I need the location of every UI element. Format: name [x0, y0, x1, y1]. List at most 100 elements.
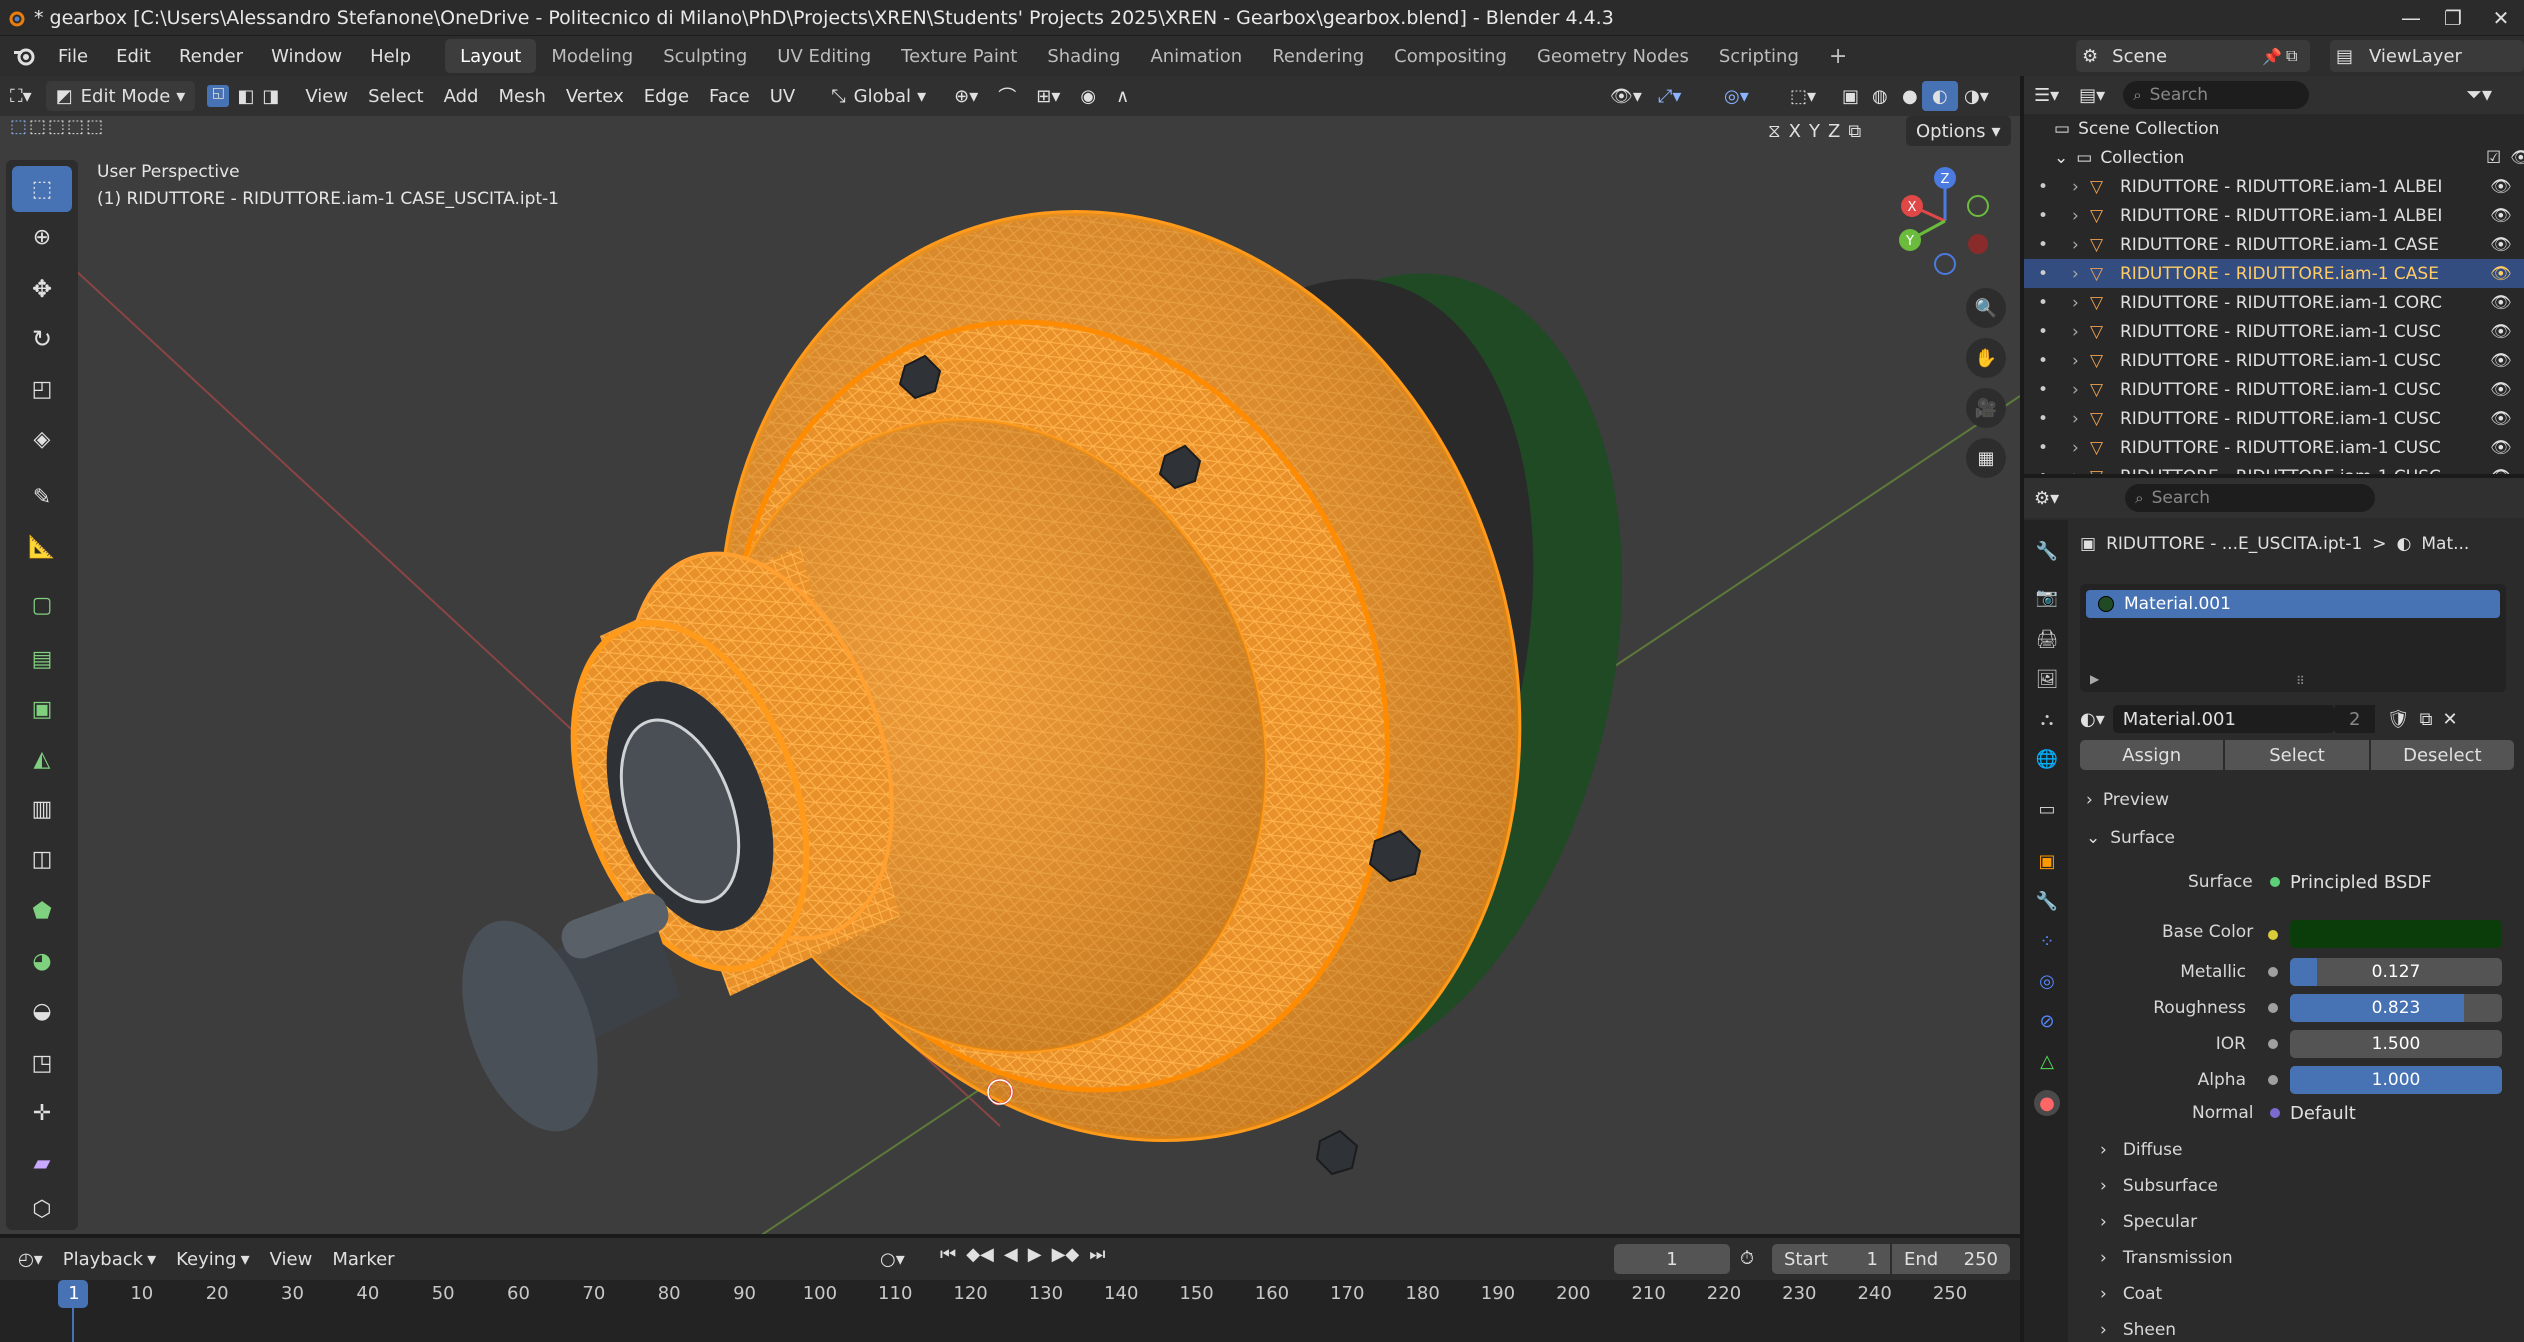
add-workspace-button[interactable]: + [1814, 39, 1862, 73]
stopwatch-icon[interactable]: ⏱ [1740, 1248, 1754, 1269]
edge-slide-tool[interactable]: ◳ [12, 1040, 72, 1086]
chevron-right-icon[interactable]: › [2072, 322, 2079, 342]
outliner-object-row[interactable]: • › ▽ RIDUTTORE - RIDUTTORE.iam-1 CUSC 👁 [2024, 375, 2524, 404]
normal-input[interactable]: Default [2262, 1099, 2502, 1127]
eye-icon[interactable]: 👁 [2490, 264, 2512, 284]
cursor-tool[interactable]: ⊕ [12, 214, 72, 260]
play-reverse-icon[interactable]: ◀ [1004, 1244, 1018, 1265]
float-socket-icon[interactable] [2268, 1075, 2278, 1085]
chevron-right-icon[interactable]: › [2072, 438, 2079, 458]
tool-tab[interactable]: 🔧 [2034, 538, 2060, 564]
eye-icon[interactable]: 👁 [2490, 177, 2512, 197]
extrude-tool[interactable]: ▤ [12, 636, 72, 682]
end-frame-field[interactable]: End 250 [1892, 1244, 2010, 1274]
shear-tool[interactable]: ▰ [12, 1140, 72, 1186]
mode-dropdown[interactable]: ◩ Edit Mode ▾ [45, 81, 196, 111]
base-color-swatch[interactable] [2290, 920, 2502, 948]
subsection-header[interactable]: › Specular [2100, 1212, 2197, 1232]
menu-window[interactable]: Window [257, 46, 356, 67]
unlink-icon[interactable]: ✕ [2442, 709, 2457, 730]
options-dropdown[interactable]: Options ▾ [1906, 116, 2011, 146]
scene-collection-row[interactable]: ▭ Scene Collection [2024, 114, 2524, 143]
proportional-edit-toggle[interactable]: ◉ [1070, 81, 1106, 111]
smooth-tool[interactable]: ◒ [12, 988, 72, 1034]
users-count[interactable]: 2 [2334, 705, 2375, 733]
float-socket-icon[interactable] [2268, 1039, 2278, 1049]
outliner-object-row[interactable]: • › ▽ RIDUTTORE - RIDUTTORE.iam-1 CUSC 👁 [2024, 317, 2524, 346]
select-extend-icon[interactable]: ⬚ [29, 116, 46, 146]
transform-orientation-dropdown[interactable]: ⤡ Global ▾ [821, 81, 936, 111]
zoom-button[interactable]: 🔍 [1966, 288, 2006, 328]
material-tab[interactable]: ● [2034, 1090, 2060, 1116]
menu-file[interactable]: File [44, 46, 102, 67]
next-keyframe-icon[interactable]: ▶◆ [1052, 1244, 1080, 1265]
menu-render[interactable]: Render [165, 46, 257, 67]
menu-help[interactable]: Help [356, 46, 425, 67]
editor-type-button[interactable]: ⛶▾ [0, 81, 42, 111]
chevron-right-icon[interactable]: › [2072, 235, 2079, 255]
chevron-right-icon[interactable]: › [2072, 177, 2079, 197]
poly-build-tool[interactable]: ⬟ [12, 888, 72, 934]
transform-tool[interactable]: ◈ [12, 416, 72, 462]
visibility-dot-icon[interactable]: • [2038, 264, 2048, 284]
outliner-object-row[interactable]: • › ▽ RIDUTTORE - RIDUTTORE.iam-1 CASE 👁 [2024, 259, 2524, 288]
falloff-button[interactable]: ∧ [1106, 81, 1139, 111]
vertex-select-button[interactable]: ◱ [203, 81, 233, 111]
eye-icon[interactable]: 👁 [2510, 148, 2524, 168]
prev-keyframe-icon[interactable]: ◆◀ [966, 1244, 994, 1265]
material-shading-button[interactable]: ◐ [1922, 81, 1958, 111]
select-button[interactable]: Select [2225, 740, 2369, 770]
auto-merge-icon[interactable]: ⧉ [1848, 121, 1861, 142]
outliner-object-row[interactable]: • › ▽ RIDUTTORE - RIDUTTORE.iam-1 ALBEI 👁 [2024, 172, 2524, 201]
current-frame-field[interactable]: 1 [1614, 1244, 1730, 1274]
outliner-object-row[interactable]: • › ▽ RIDUTTORE - RIDUTTORE.iam-1 ALBEI 👁 [2024, 201, 2524, 230]
scale-tool[interactable]: ◰ [12, 366, 72, 412]
eye-icon[interactable]: 👁 [2490, 438, 2512, 458]
outliner-object-row[interactable]: • › ▽ RIDUTTORE - RIDUTTORE.iam-1 CASE 👁 [2024, 230, 2524, 259]
physics-tab[interactable]: ◎ [2034, 968, 2060, 994]
subsection-header[interactable]: › Subsurface [2100, 1176, 2218, 1196]
world-tab[interactable]: 🌐 [2034, 746, 2060, 772]
chevron-right-icon[interactable]: › [2072, 380, 2079, 400]
face-select-button[interactable]: ◨ [258, 81, 283, 111]
ortho-toggle-button[interactable]: ▦ [1966, 438, 2006, 478]
fake-user-icon[interactable]: 🛡 [2387, 709, 2410, 730]
marker-menu[interactable]: Marker [322, 1244, 404, 1274]
float-socket-icon[interactable] [2268, 967, 2278, 977]
subsection-header[interactable]: › Sheen [2100, 1320, 2176, 1340]
visibility-dot-icon[interactable]: • [2038, 380, 2048, 400]
mirror-y-toggle[interactable]: Y [1809, 121, 1820, 142]
outliner-editor-type[interactable]: ☰▾ [2024, 80, 2069, 110]
jump-start-icon[interactable]: ⏮ [940, 1244, 956, 1265]
eye-icon[interactable]: 👁 [2490, 380, 2512, 400]
mirror-x-toggle[interactable]: X [1789, 121, 1801, 142]
subsection-header[interactable]: › Diffuse [2100, 1140, 2182, 1160]
inset-tool[interactable]: ▣ [12, 686, 72, 732]
auto-keying-toggle[interactable]: ○▾ [870, 1244, 915, 1274]
menu-uv[interactable]: UV [760, 81, 806, 111]
eye-icon[interactable]: 👁 [2490, 206, 2512, 226]
visibility-dot-icon[interactable]: • [2038, 293, 2048, 313]
rip-tool[interactable]: ⬡ [12, 1186, 72, 1232]
view-layer-tab[interactable]: 🖼 [2034, 666, 2060, 692]
edge-select-button[interactable]: ◧ [233, 81, 258, 111]
duplicate-icon[interactable]: ⧉ [2420, 709, 2433, 730]
float-socket-icon[interactable] [2268, 1003, 2278, 1013]
constraints-tab[interactable]: ⊘ [2034, 1008, 2060, 1034]
close-window-button[interactable]: ✕ [2464, 0, 2524, 35]
blender-menu-icon[interactable] [12, 45, 38, 67]
3d-viewport[interactable]: User Perspective (1) RIDUTTORE - RIDUTTO… [0, 116, 2020, 1236]
rotate-tool[interactable]: ↻ [12, 316, 72, 362]
jump-end-icon[interactable]: ⏭ [1089, 1244, 1105, 1265]
modifiers-tab[interactable]: 🔧 [2034, 888, 2060, 914]
outliner-search-input[interactable]: ⌕ Search [2123, 81, 2310, 109]
chevron-right-icon[interactable]: › [2072, 293, 2079, 313]
scene-tab[interactable]: ⛬ [2034, 706, 2060, 732]
visibility-dot-icon[interactable]: • [2038, 206, 2048, 226]
area-divider-horizontal[interactable] [2024, 474, 2524, 478]
area-divider-vertical[interactable] [2020, 76, 2024, 1342]
surface-shader-dropdown[interactable]: Principled BSDF [2262, 868, 2502, 896]
select-subtract-icon[interactable]: ⬚ [48, 116, 65, 146]
timeline-view-menu[interactable]: View [260, 1244, 323, 1274]
filter-icon[interactable]: ⏷▾ [2466, 82, 2492, 106]
